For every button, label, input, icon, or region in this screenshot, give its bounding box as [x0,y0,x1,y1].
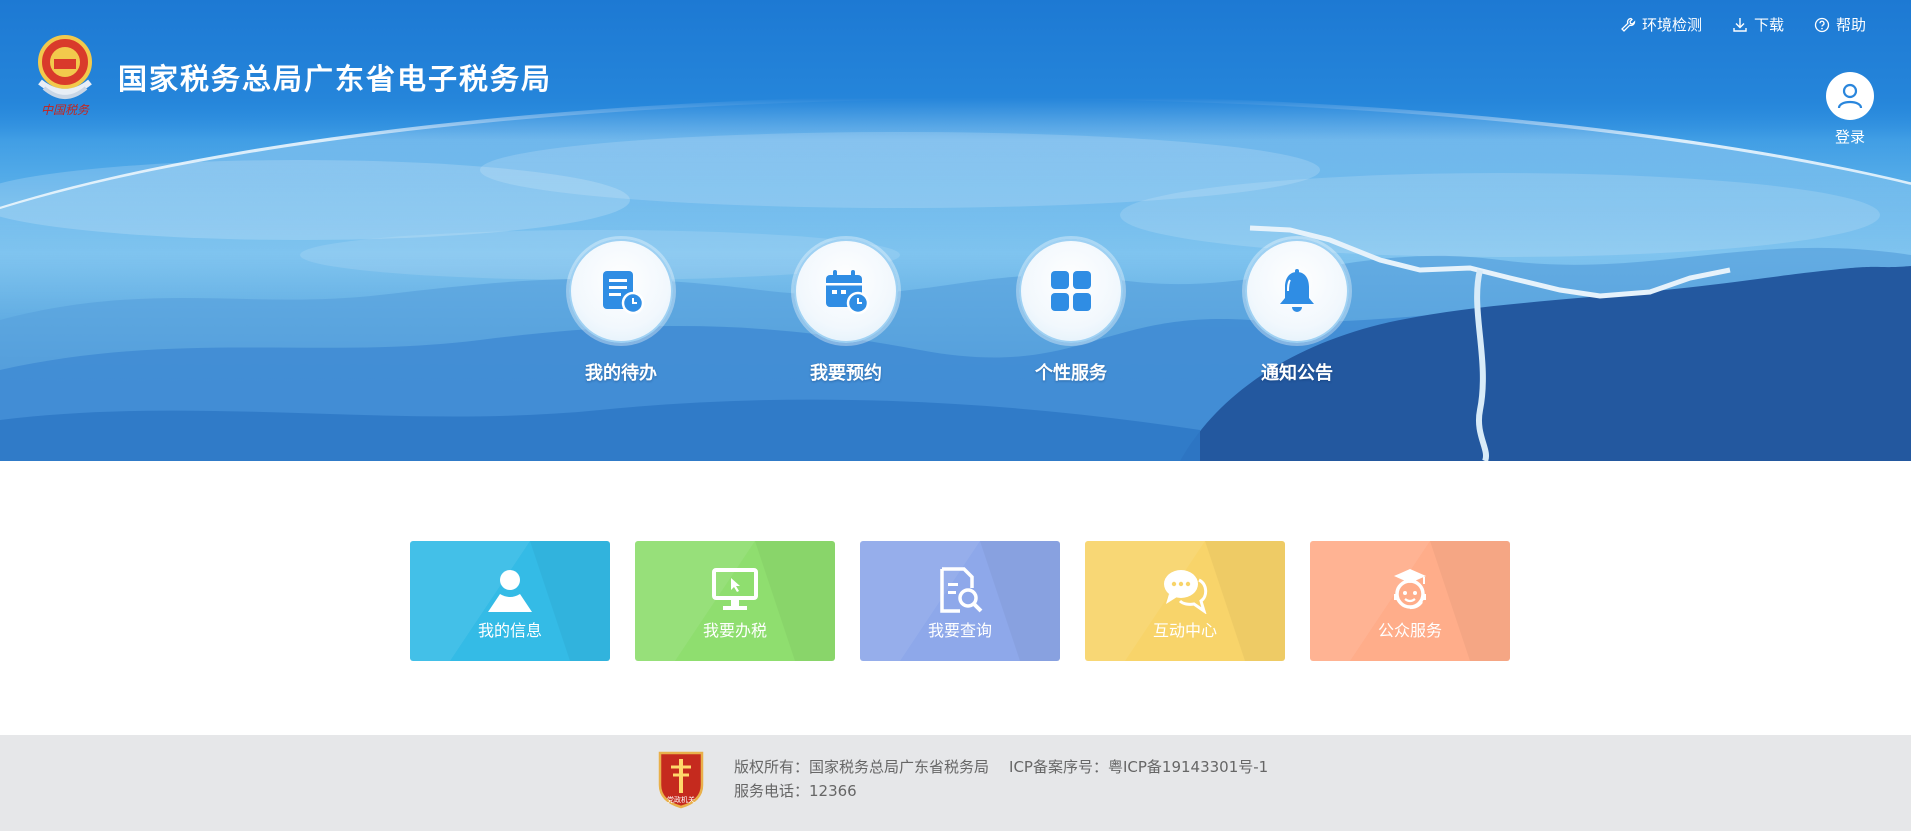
env-check-label: 环境检测 [1641,16,1702,34]
login-avatar [1826,72,1874,120]
wrench-icon [1621,17,1636,32]
quick-notice-circle [1245,239,1349,343]
download-link[interactable]: 下载 [1732,14,1784,35]
top-links: 环境检测 下载 帮助 [1620,14,1866,35]
bell-icon [1280,269,1314,312]
tile-public-service[interactable]: 公众服务 [1310,541,1510,661]
quick-todo-label: 我的待办 [585,363,657,384]
login-button[interactable]: 登录 [1823,72,1877,147]
todo-list-icon [603,271,645,315]
monitor-icon [712,568,758,610]
footer: 党政机关 版权所有：国家税务总局广东省税务局 ICP备案序号：粤ICP备19143… [0,735,1911,831]
quick-appointment-circle [794,239,898,343]
svg-text:中国税务: 中国税务 [41,103,90,117]
env-check-link[interactable]: 环境检测 [1620,14,1702,35]
quick-personal-service-circle [1019,239,1123,343]
header-banner: 中国税务 国家税务总局广东省电子税务局 环境检测 下载 帮助 登录 我的待办 我… [0,0,1911,461]
service-phone: 服务电话：12366 [734,782,857,800]
tile-public-service-label: 公众服务 [1377,621,1442,640]
quick-appointment-label: 我要预约 [810,363,882,384]
help-label: 帮助 [1835,16,1866,34]
service-tiles: 我的信息 我要办税 我要查询 互动中心 公众服务 [410,541,1510,661]
quick-personal-service[interactable]: 个性服务 [1001,239,1141,385]
user-icon [488,570,532,612]
service-agent-icon [1394,569,1426,610]
tile-interaction-center-label: 互动中心 [1152,621,1217,640]
great-wall-mountains [0,225,1911,461]
quick-appointment[interactable]: 我要预约 [776,239,916,385]
tile-my-info-label: 我的信息 [477,621,542,640]
user-outline-icon [1837,83,1863,109]
tile-query[interactable]: 我要查询 [860,541,1060,661]
chat-bubbles-icon [1164,570,1208,614]
tile-my-info[interactable]: 我的信息 [410,541,610,661]
tile-tax-handling-label: 我要办税 [702,621,767,640]
calendar-clock-icon [826,270,870,315]
footer-text: 版权所有：国家税务总局广东省税务局 ICP备案序号：粤ICP备19143301号-… [734,755,1268,803]
quick-todo-circle [569,239,673,343]
grid-apps-icon [1051,271,1091,311]
quick-personal-service-label: 个性服务 [1035,363,1107,384]
help-link[interactable]: 帮助 [1814,14,1866,35]
tile-tax-handling[interactable]: 我要办税 [635,541,835,661]
quick-notice-label: 通知公告 [1261,363,1333,384]
download-label: 下载 [1753,16,1784,34]
svg-text:党政机关: 党政机关 [667,795,695,804]
tax-emblem-icon: 中国税务 [38,35,92,117]
footer-line-1: 版权所有：国家税务总局广东省税务局 ICP备案序号：粤ICP备19143301号-… [734,755,1268,779]
tile-query-label: 我要查询 [927,621,992,640]
quick-todo[interactable]: 我的待办 [551,239,691,385]
party-government-badge-icon[interactable]: 党政机关 [656,749,706,809]
copyright-text: 版权所有：国家税务总局广东省税务局 [734,758,990,776]
icp-link[interactable]: ICP备案序号：粤ICP备19143301号-1 [1009,758,1268,776]
download-icon [1733,17,1747,32]
site-title: 国家税务总局广东省电子税务局 [118,62,553,96]
quick-notice[interactable]: 通知公告 [1227,239,1367,385]
tile-interaction-center[interactable]: 互动中心 [1085,541,1285,661]
help-icon [1814,17,1830,32]
login-label: 登录 [1834,128,1865,146]
document-search-icon [940,567,983,613]
